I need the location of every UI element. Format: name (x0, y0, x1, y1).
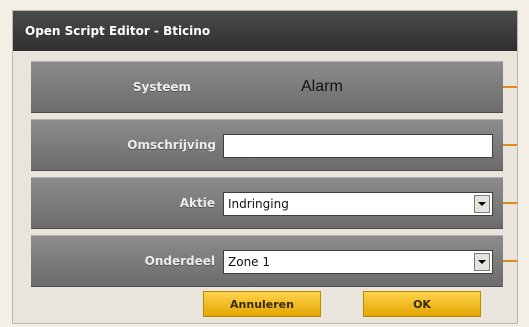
cancel-button[interactable]: Annuleren (203, 291, 321, 317)
ok-button[interactable]: OK (363, 291, 481, 317)
onderdeel-select[interactable]: Zone 1 (223, 250, 493, 274)
systeem-row: Systeem Alarm (31, 61, 503, 113)
callout-line (503, 202, 517, 204)
chevron-down-icon[interactable] (474, 195, 490, 213)
callout-line (503, 260, 517, 262)
onderdeel-label: Onderdeel (144, 254, 215, 268)
aktie-select[interactable]: Indringing (223, 192, 493, 216)
onderdeel-selected-value: Zone 1 (228, 255, 270, 269)
dialog-title: Open Script Editor - Bticino (13, 11, 517, 51)
callout-line (503, 86, 517, 88)
omschrijving-row: Omschrijving (31, 119, 503, 171)
omschrijving-input[interactable] (223, 134, 493, 158)
aktie-row: Aktie Indringing (31, 177, 503, 229)
onderdeel-row: Onderdeel Zone 1 (31, 235, 503, 287)
script-editor-dialog: Open Script Editor - Bticino Systeem Ala… (12, 10, 518, 324)
chevron-down-icon[interactable] (474, 253, 490, 271)
callout-line (503, 144, 517, 146)
aktie-label: Aktie (179, 196, 215, 210)
aktie-selected-value: Indringing (228, 197, 289, 211)
omschrijving-label: Omschrijving (127, 138, 216, 152)
systeem-label: Systeem (132, 80, 191, 94)
systeem-value: Alarm (301, 78, 343, 95)
